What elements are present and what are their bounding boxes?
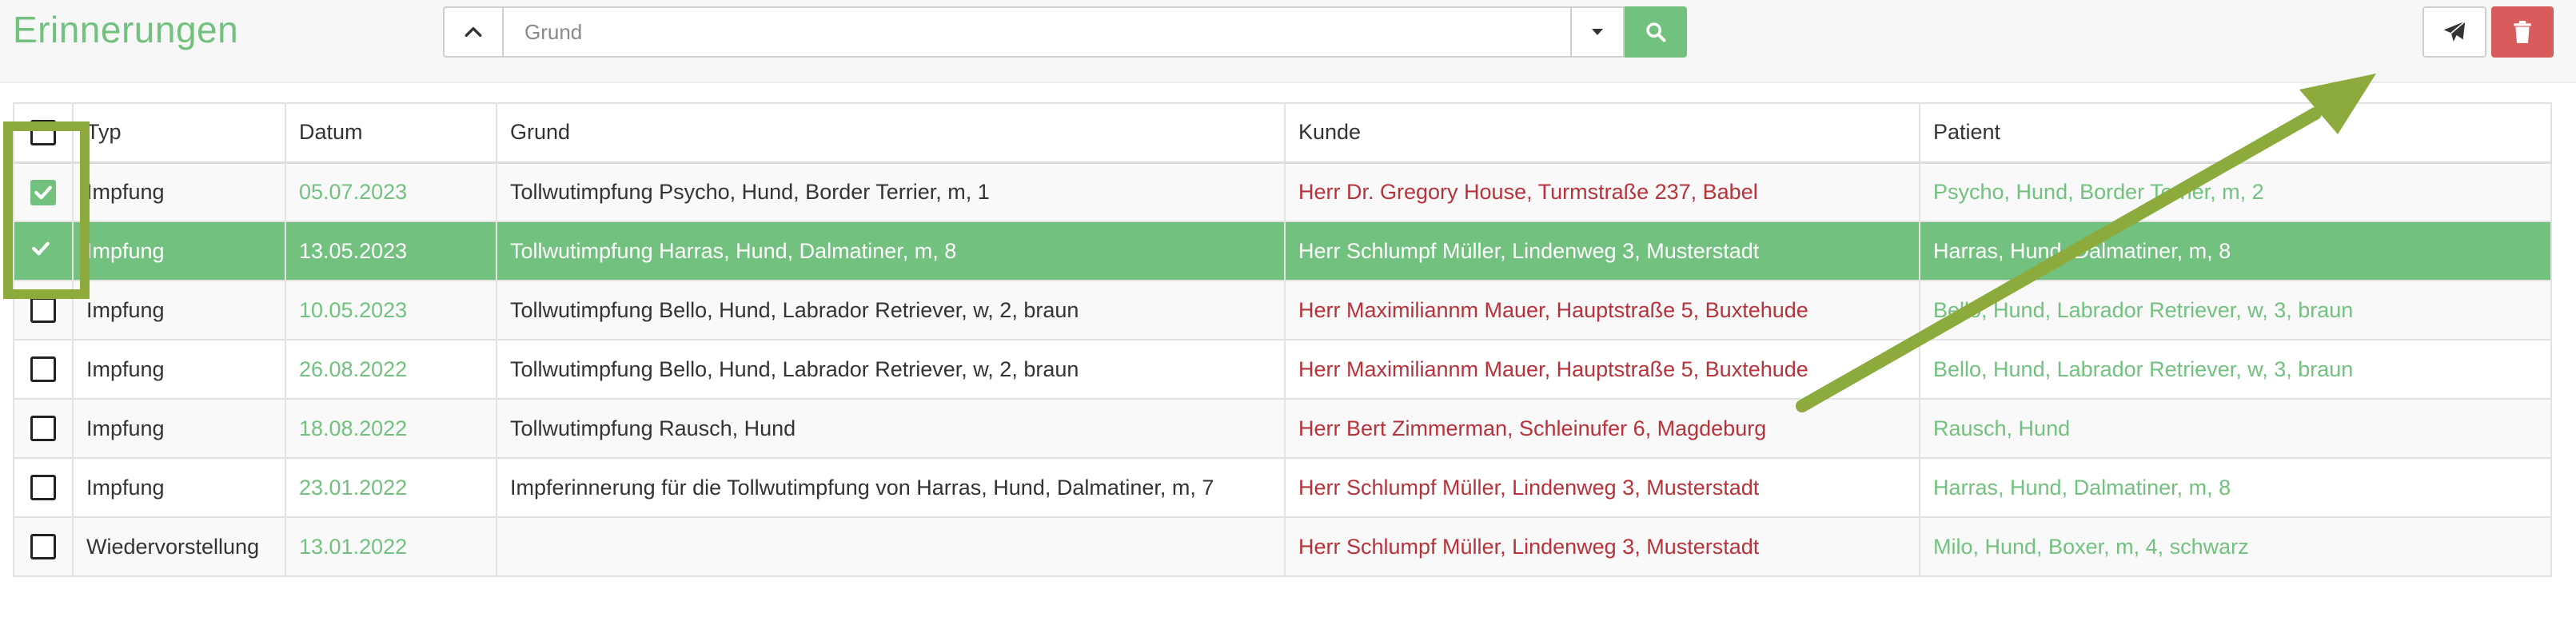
page-title: Erinnerungen (13, 9, 239, 50)
table-row[interactable]: Wiedervorstellung 13.01.2022 Herr Schlum… (13, 516, 2552, 577)
column-header-grund[interactable]: Grund (496, 102, 1286, 164)
select-all-cell (13, 102, 74, 164)
cell-grund (496, 516, 1286, 577)
cell-grund: Impferinnerung für die Tollwutimpfung vo… (496, 457, 1286, 518)
row-checkbox[interactable] (30, 297, 56, 324)
cell-datum: 13.01.2022 (285, 516, 497, 577)
search-input[interactable] (504, 6, 1572, 58)
row-checkbox[interactable] (30, 356, 56, 383)
cell-grund: Tollwutimpfung Bello, Hund, Labrador Ret… (496, 339, 1286, 400)
search-icon (1646, 22, 1666, 42)
send-button[interactable] (2422, 6, 2486, 58)
toolbar: Erinnerungen (0, 0, 2576, 83)
cell-patient[interactable]: Milo, Hund, Boxer, m, 4, schwarz (1919, 516, 2552, 577)
reminders-table: Typ Datum Grund Kunde Patient Impfung 05… (13, 102, 2552, 577)
checkmark-icon (34, 185, 52, 200)
table-row[interactable]: Impfung 26.08.2022 Tollwutimpfung Bello,… (13, 339, 2552, 400)
row-checkbox[interactable] (30, 534, 56, 560)
cell-grund: Tollwutimpfung Harras, Hund, Dalmatiner,… (496, 221, 1286, 281)
table-row[interactable]: Impfung 13.05.2023 Tollwutimpfung Harras… (13, 221, 2552, 281)
cell-datum: 10.05.2023 (285, 280, 497, 340)
cell-datum: 23.01.2022 (285, 457, 497, 518)
row-checkbox-cell (13, 280, 74, 340)
row-checkbox-cell (13, 398, 74, 459)
cell-kunde[interactable]: Herr Bert Zimmerman, Schleinufer 6, Magd… (1284, 398, 1920, 459)
cell-typ: Wiedervorstellung (72, 516, 286, 577)
table-row[interactable]: Impfung 05.07.2023 Tollwutimpfung Psycho… (13, 161, 2552, 222)
column-header-patient[interactable]: Patient (1919, 102, 2552, 164)
cell-patient[interactable]: Rausch, Hund (1919, 398, 2552, 459)
cell-kunde[interactable]: Herr Schlumpf Müller, Lindenweg 3, Muste… (1284, 516, 1920, 577)
cell-kunde[interactable]: Herr Maximiliannm Mauer, Hauptstraße 5, … (1284, 280, 1920, 340)
cell-datum: 05.07.2023 (285, 161, 497, 222)
cell-datum: 26.08.2022 (285, 339, 497, 400)
cell-datum: 18.08.2022 (285, 398, 497, 459)
collapse-button[interactable] (443, 6, 504, 58)
chevron-up-icon (465, 26, 482, 38)
search-dropdown-button[interactable] (1572, 6, 1625, 58)
row-checkbox-cell (13, 221, 74, 281)
row-checkbox[interactable] (30, 475, 56, 501)
cell-typ: Impfung (72, 161, 286, 222)
table-header-row: Typ Datum Grund Kunde Patient (13, 102, 2552, 164)
caret-down-icon (1592, 29, 1603, 35)
checkmark-icon (32, 242, 50, 256)
cell-grund: Tollwutimpfung Bello, Hund, Labrador Ret… (496, 280, 1286, 340)
table-row[interactable]: Impfung 23.01.2022 Impferinnerung für di… (13, 457, 2552, 518)
cell-typ: Impfung (72, 221, 286, 281)
select-all-checkbox[interactable] (30, 120, 56, 146)
column-header-datum[interactable]: Datum (285, 102, 497, 164)
cell-kunde[interactable]: Herr Schlumpf Müller, Lindenweg 3, Muste… (1284, 457, 1920, 518)
table-row[interactable]: Impfung 18.08.2022 Tollwutimpfung Rausch… (13, 398, 2552, 459)
row-checkbox-cell (13, 457, 74, 518)
cell-kunde[interactable]: Herr Maximiliannm Mauer, Hauptstraße 5, … (1284, 339, 1920, 400)
row-checkbox[interactable] (30, 179, 56, 205)
cell-patient[interactable]: Bello, Hund, Labrador Retriever, w, 3, b… (1919, 339, 2552, 400)
row-checkbox-cell (13, 161, 74, 222)
cell-typ: Impfung (72, 339, 286, 400)
cell-patient[interactable]: Harras, Hund, Dalmatiner, m, 8 (1919, 221, 2552, 281)
table-row[interactable]: Impfung 10.05.2023 Tollwutimpfung Bello,… (13, 280, 2552, 340)
cell-typ: Impfung (72, 457, 286, 518)
paper-plane-icon (2443, 21, 2466, 42)
cell-patient[interactable]: Bello, Hund, Labrador Retriever, w, 3, b… (1919, 280, 2552, 340)
row-checkbox-cell (13, 516, 74, 577)
cell-grund: Tollwutimpfung Rausch, Hund (496, 398, 1286, 459)
cell-datum: 13.05.2023 (285, 221, 497, 281)
column-header-typ[interactable]: Typ (72, 102, 286, 164)
cell-kunde[interactable]: Herr Dr. Gregory House, Turmstraße 237, … (1284, 161, 1920, 222)
cell-grund: Tollwutimpfung Psycho, Hund, Border Terr… (496, 161, 1286, 222)
trash-icon (2514, 21, 2531, 43)
row-checkbox[interactable] (30, 238, 56, 264)
search-button[interactable] (1625, 6, 1687, 58)
cell-kunde[interactable]: Herr Schlumpf Müller, Lindenweg 3, Muste… (1284, 221, 1920, 281)
cell-typ: Impfung (72, 398, 286, 459)
column-header-kunde[interactable]: Kunde (1284, 102, 1920, 164)
row-checkbox-cell (13, 339, 74, 400)
cell-patient[interactable]: Psycho, Hund, Border Terrier, m, 2 (1919, 161, 2552, 222)
search-group (443, 6, 1687, 58)
cell-patient[interactable]: Harras, Hund, Dalmatiner, m, 8 (1919, 457, 2552, 518)
delete-button[interactable] (2491, 6, 2554, 58)
cell-typ: Impfung (72, 280, 286, 340)
row-checkbox[interactable] (30, 416, 56, 442)
